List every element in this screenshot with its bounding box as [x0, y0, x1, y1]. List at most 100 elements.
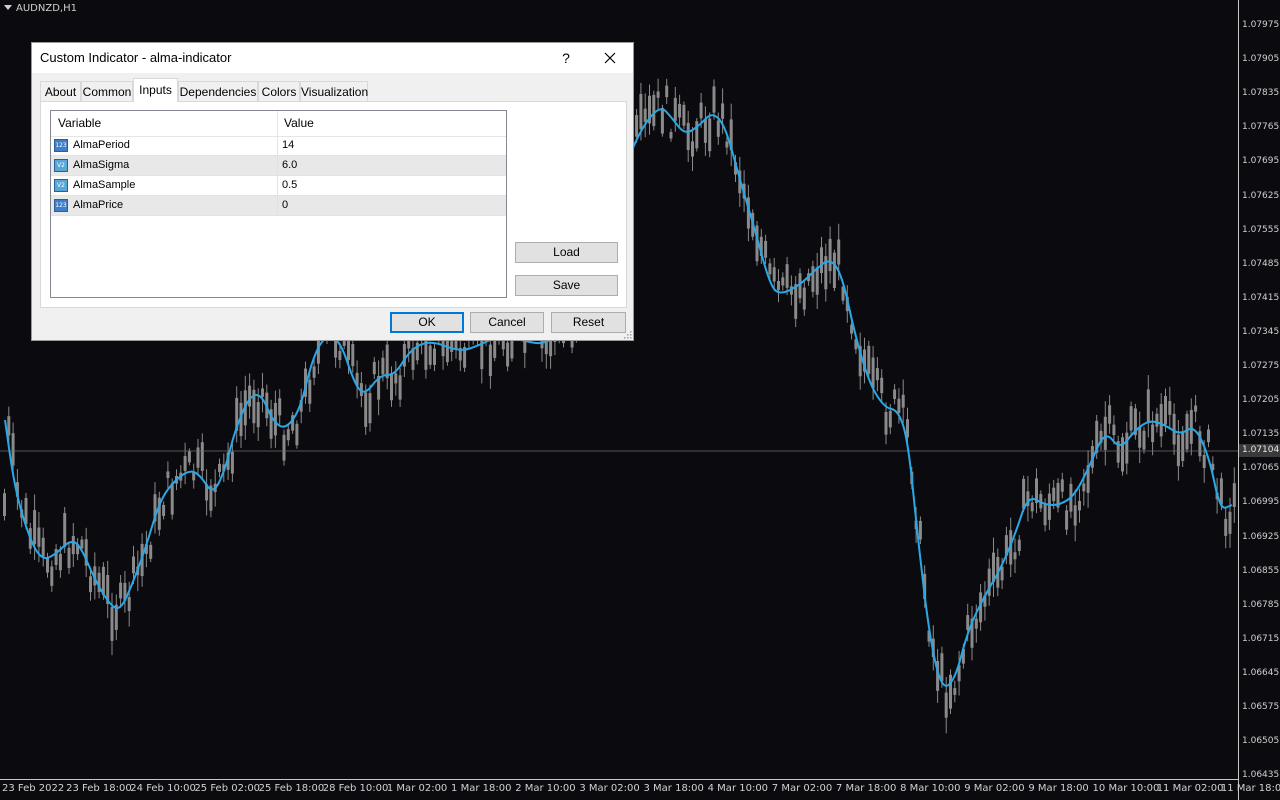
variable-name: AlmaSample	[73, 179, 136, 191]
price-tick-label: 1.07905	[1242, 54, 1280, 65]
time-tick-label: 1 Mar 02:00	[386, 783, 448, 794]
candle-body	[372, 361, 376, 375]
column-divider[interactable]	[277, 111, 278, 136]
candle-body	[433, 348, 436, 365]
candle-body	[867, 345, 871, 374]
candle-body	[37, 527, 41, 547]
candle-body	[815, 267, 819, 295]
candle-body	[1176, 434, 1180, 467]
integer-icon: 123	[54, 139, 68, 152]
table-row[interactable]: 123 AlmaPeriod 14	[51, 136, 506, 156]
price-tick-label: 1.06855	[1242, 565, 1280, 576]
candle-body	[708, 118, 712, 152]
time-tick-label: 9 Mar 18:00	[1028, 783, 1089, 794]
tab-common[interactable]: Common	[81, 81, 133, 101]
symbol-label[interactable]: AUDNZD,H1	[4, 3, 77, 14]
candle-body	[364, 392, 368, 427]
candle-body	[1164, 395, 1167, 425]
candle-body	[652, 94, 656, 127]
tab-visualization[interactable]: Visualization	[300, 81, 368, 101]
candle-body	[721, 103, 725, 119]
cell-divider	[277, 136, 278, 156]
candle-body	[1151, 424, 1155, 443]
price-tick-label: 1.07205	[1242, 395, 1280, 406]
candle-body	[549, 339, 553, 357]
candle-body	[149, 544, 153, 559]
candle-body	[716, 120, 720, 137]
load-button[interactable]: Load	[515, 242, 618, 263]
price-tick-label: 1.07275	[1242, 361, 1280, 371]
close-button[interactable]	[597, 47, 623, 69]
variable-name: AlmaPeriod	[73, 139, 130, 151]
table-row[interactable]: 123 AlmaPrice 0	[51, 196, 506, 216]
candle-body	[308, 379, 312, 404]
candle-body	[639, 93, 643, 130]
candle-body	[880, 377, 884, 394]
candle-body	[1146, 389, 1150, 424]
candle-body	[1017, 539, 1021, 552]
variable-value[interactable]: 0.5	[282, 179, 297, 191]
tab-colors[interactable]: Colors	[258, 81, 300, 101]
candle-body	[261, 388, 264, 397]
price-tick-label: 1.07065	[1242, 463, 1280, 474]
candle-body	[802, 287, 806, 310]
candle-body	[660, 107, 664, 134]
price-axis: 1.07975 1.07905 1.07835 1.07765 1.07695 1.076…	[1238, 0, 1280, 800]
grid-header: Variable Value	[51, 111, 506, 137]
candle-body	[837, 239, 841, 265]
dialog-titlebar[interactable]: Custom Indicator - alma-indicator ?	[32, 43, 633, 73]
inputs-grid[interactable]: Variable Value 123 AlmaPeriod 14 V2 Alma…	[50, 110, 507, 298]
price-tick-label: 1.06925	[1242, 531, 1280, 542]
double-icon: V2	[54, 159, 68, 172]
time-tick-label: 3 Mar 02:00	[579, 783, 640, 794]
candle-body	[635, 115, 639, 137]
column-header-value[interactable]: Value	[284, 116, 314, 130]
candle-body	[1047, 493, 1051, 520]
candle-body	[901, 394, 905, 408]
candle-body	[196, 447, 200, 468]
candle-body	[888, 410, 892, 428]
time-tick-label: 9 Mar 02:00	[964, 783, 1025, 794]
candle-body	[1043, 504, 1047, 526]
candle-body	[875, 368, 879, 381]
reset-button[interactable]: Reset	[551, 312, 626, 333]
candle-body	[1112, 424, 1116, 436]
candle-body	[385, 344, 389, 379]
cancel-button[interactable]: Cancel	[470, 312, 544, 333]
variable-value[interactable]: 6.0	[282, 159, 297, 171]
help-button[interactable]: ?	[553, 47, 579, 69]
candle-body	[312, 366, 316, 378]
candle-body	[1125, 432, 1129, 464]
time-tick-label: 8 Mar 10:00	[900, 783, 961, 794]
candle-body	[686, 122, 690, 151]
tab-dependencies[interactable]: Dependencies	[178, 81, 258, 101]
tab-inputs[interactable]: Inputs	[133, 78, 178, 102]
candle-body	[1168, 401, 1172, 415]
table-row[interactable]: V2 AlmaSample 0.5	[51, 176, 506, 196]
candle-body	[11, 433, 15, 466]
candle-body	[89, 576, 92, 593]
candle-body	[918, 520, 922, 540]
time-tick-label: 10 Mar 10:00	[1092, 783, 1160, 794]
column-header-variable[interactable]: Variable	[58, 116, 101, 130]
tab-about[interactable]: About	[40, 81, 81, 101]
resize-grip-icon[interactable]	[623, 330, 632, 339]
candle-body	[119, 582, 123, 599]
variable-value[interactable]: 0	[282, 199, 288, 211]
price-tick-label: 1.06715	[1242, 633, 1280, 644]
candle-body	[183, 456, 187, 471]
table-row[interactable]: V2 AlmaSigma 6.0	[51, 156, 506, 176]
candle-body	[893, 389, 897, 399]
variable-value[interactable]: 14	[282, 139, 294, 151]
candle-body	[110, 607, 114, 641]
candle-body	[1194, 405, 1198, 412]
save-button[interactable]: Save	[515, 275, 618, 296]
candle-body	[50, 566, 54, 586]
candle-body	[781, 277, 785, 286]
candle-body	[884, 411, 888, 435]
candle-body	[673, 97, 677, 121]
cell-divider	[277, 196, 278, 216]
ok-button[interactable]: OK	[390, 312, 464, 333]
price-tick-label: 1.06785	[1242, 599, 1280, 610]
candle-body	[256, 402, 260, 428]
